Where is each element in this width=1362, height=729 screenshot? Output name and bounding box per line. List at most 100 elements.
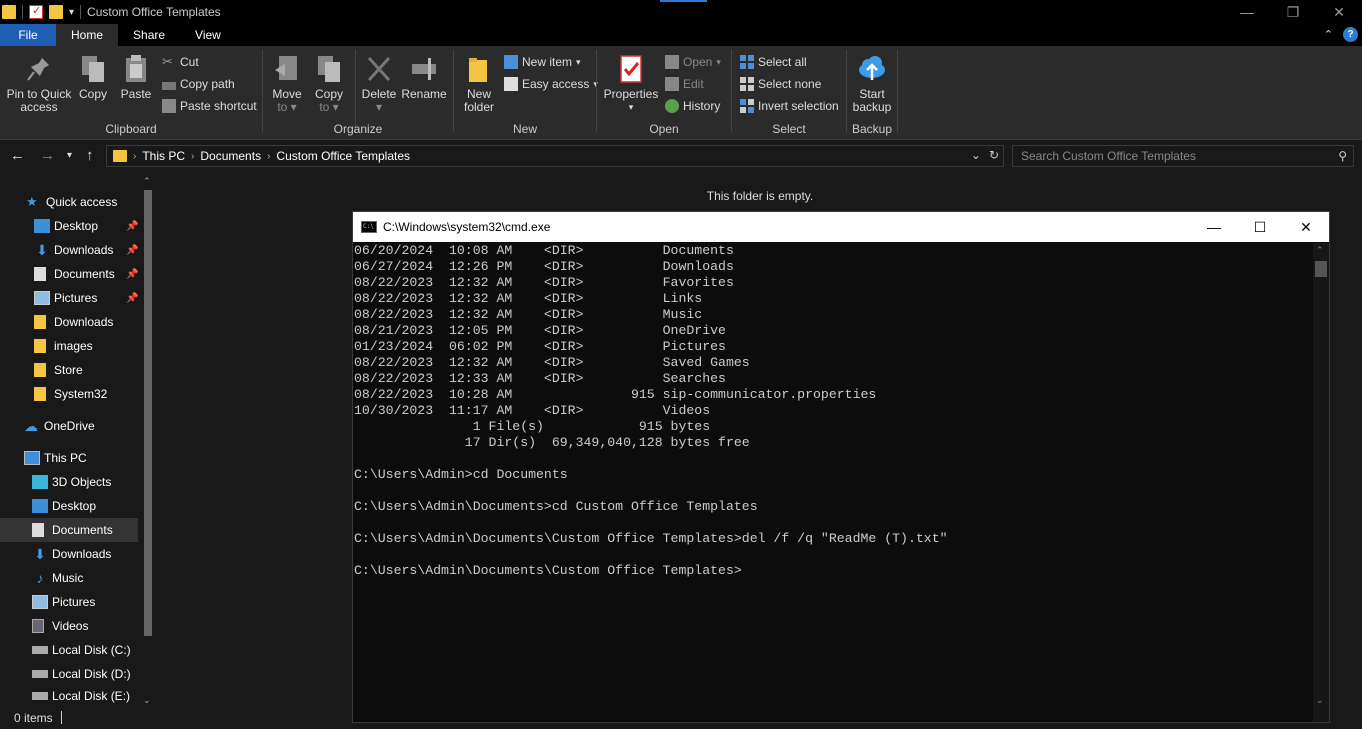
search-input[interactable]: Search Custom Office Templates ⚲ (1012, 145, 1354, 167)
nav-item-store[interactable]: Store (0, 358, 140, 382)
nav-item-images[interactable]: images (0, 334, 140, 358)
pin-icon: 📌 (126, 220, 139, 232)
tab-file[interactable]: File (0, 24, 56, 46)
minimize-button[interactable]: — (1224, 0, 1270, 24)
cmd-close-button[interactable]: ✕ (1283, 212, 1329, 242)
nav-item-desktop-pc[interactable]: Desktop (0, 494, 140, 518)
nav-item-local-disk-d[interactable]: Local Disk (D:) (0, 662, 140, 686)
scroll-up-icon[interactable]: ⌃ (143, 176, 151, 187)
cmd-minimize-button[interactable]: — (1191, 212, 1237, 242)
scroll-down-icon[interactable]: ⌄ (1316, 695, 1324, 706)
restore-button[interactable]: ❐ (1270, 0, 1316, 24)
customize-toolbar-icon[interactable]: ▾ (69, 7, 74, 18)
cmd-scrollbar[interactable]: ⌃ ⌄ (1313, 243, 1329, 722)
new-folder-button[interactable]: New folder (460, 54, 498, 114)
refresh-icon[interactable]: ↻ (989, 148, 999, 162)
nav-item-documents[interactable]: Documents 📌 (0, 262, 140, 286)
cmd-title-bar[interactable]: C:\Windows\system32\cmd.exe — ☐ ✕ (353, 212, 1329, 242)
nav-item-desktop[interactable]: Desktop 📌 (0, 214, 140, 238)
recent-locations-icon[interactable]: ▾ (67, 150, 72, 161)
breadcrumb-custom-office-templates[interactable]: Custom Office Templates (276, 149, 410, 163)
paste-button[interactable]: Paste (118, 54, 154, 101)
nav-item-documents-pc[interactable]: Documents (0, 518, 138, 542)
search-icon: ⚲ (1338, 149, 1347, 163)
copy-to-button[interactable]: Copy to ▾ (313, 54, 345, 114)
videos-icon (32, 619, 44, 633)
chevron-right-icon[interactable]: › (191, 151, 194, 162)
address-history-dropdown-icon[interactable]: ⌄ (971, 148, 981, 162)
nav-item-system32[interactable]: System32 (0, 382, 140, 406)
pin-icon: 📌 (126, 244, 139, 256)
console-line: 08/21/2023 12:05 PM <DIR> OneDrive (354, 323, 726, 338)
copy-to-icon (318, 56, 340, 82)
nav-item-videos[interactable]: Videos (0, 614, 140, 638)
properties-dropdown-icon[interactable]: ▾ (629, 101, 634, 114)
scroll-down-icon[interactable]: ⌄ (143, 695, 151, 706)
tab-share[interactable]: Share (118, 24, 180, 46)
edit-button[interactable]: Edit (665, 75, 704, 93)
chevron-right-icon[interactable]: › (267, 151, 270, 162)
history-button[interactable]: History (665, 97, 720, 115)
folder-icon (34, 339, 46, 353)
move-to-button[interactable]: Move to ▾ (271, 54, 303, 114)
cmd-maximize-button[interactable]: ☐ (1237, 212, 1283, 242)
pin-to-quick-access-button[interactable]: Pin to Quick access (6, 54, 72, 114)
nav-item-downloads[interactable]: ⬇ Downloads 📌 (0, 238, 140, 262)
select-all-button[interactable]: Select all (740, 53, 807, 71)
ribbon-tabs: File Home Share View ⌃ ? (0, 24, 1362, 46)
breadcrumb-this-pc[interactable]: This PC (142, 149, 185, 163)
scrollbar-thumb[interactable] (144, 190, 152, 636)
chevron-right-icon[interactable]: › (133, 151, 136, 162)
start-backup-button[interactable]: Start backup (851, 54, 893, 114)
nav-item-3d-objects[interactable]: 3D Objects (0, 470, 140, 494)
nav-label: Pictures (52, 595, 96, 609)
new-folder-icon[interactable] (49, 5, 63, 19)
nav-item-pictures[interactable]: Pictures 📌 (0, 286, 140, 310)
address-bar[interactable]: › This PC › Documents › Custom Office Te… (106, 145, 1004, 167)
rename-button[interactable]: Rename (401, 54, 447, 101)
copy-path-button[interactable]: Copy path (162, 75, 235, 93)
paste-shortcut-button[interactable]: Paste shortcut (162, 97, 257, 115)
select-none-label: Select none (758, 77, 822, 91)
invert-selection-label: Invert selection (758, 99, 839, 113)
close-button[interactable]: ✕ (1316, 0, 1362, 24)
cut-button[interactable]: ✂ Cut (162, 53, 199, 71)
nav-quick-access[interactable]: ★ Quick access (0, 190, 140, 214)
new-item-button[interactable]: New item ▾ (504, 53, 581, 71)
nav-label: Desktop (54, 219, 99, 233)
scrollbar-thumb[interactable] (1315, 261, 1327, 277)
nav-item-downloads-folder[interactable]: Downloads (0, 310, 140, 334)
collapse-ribbon-icon[interactable]: ⌃ (1324, 28, 1333, 41)
back-arrow-icon[interactable]: ← (10, 147, 25, 164)
clipboard-group-label: Clipboard (105, 122, 157, 136)
nav-item-music[interactable]: ♪ Music (0, 566, 140, 590)
properties-button[interactable]: Properties ▾ (603, 54, 659, 114)
nav-item-local-disk-e[interactable]: Local Disk (E:) (0, 686, 140, 706)
open-button[interactable]: Open ▾ (665, 53, 721, 71)
new-item-dropdown-icon: ▾ (576, 56, 581, 67)
delete-dropdown-icon[interactable]: ▾ (376, 101, 382, 114)
delete-button[interactable]: Delete ▾ (361, 54, 397, 114)
scroll-up-icon[interactable]: ⌃ (1316, 245, 1324, 256)
select-none-button[interactable]: Select none (740, 75, 821, 93)
properties-icon[interactable] (29, 4, 43, 19)
nav-item-local-disk-c[interactable]: Local Disk (C:) (0, 638, 140, 662)
cmd-window: C:\Windows\system32\cmd.exe — ☐ ✕ 06/20/… (352, 211, 1330, 723)
nav-onedrive[interactable]: ☁ OneDrive (0, 414, 140, 438)
nav-scrollbar[interactable]: ⌃ ⌄ (142, 176, 154, 706)
tab-view[interactable]: View (180, 24, 236, 46)
easy-access-button[interactable]: Easy access ▾ (504, 75, 598, 93)
help-icon[interactable]: ? (1343, 27, 1358, 42)
copy-button[interactable]: Copy (78, 54, 108, 101)
move-to-label-line2: to ▾ (277, 100, 297, 114)
nav-this-pc[interactable]: This PC (0, 446, 140, 470)
forward-arrow-icon[interactable]: → (40, 147, 55, 164)
nav-item-pictures-pc[interactable]: Pictures (0, 590, 140, 614)
up-arrow-icon[interactable]: ↑ (86, 147, 94, 164)
cmd-console-output[interactable]: 06/20/2024 10:08 AM <DIR> Documents 06/27… (353, 243, 1313, 722)
tab-home[interactable]: Home (56, 24, 119, 46)
nav-item-downloads-pc[interactable]: ⬇ Downloads (0, 542, 140, 566)
rename-icon (412, 58, 436, 80)
invert-selection-button[interactable]: Invert selection (740, 97, 839, 115)
breadcrumb-documents[interactable]: Documents (200, 149, 261, 163)
